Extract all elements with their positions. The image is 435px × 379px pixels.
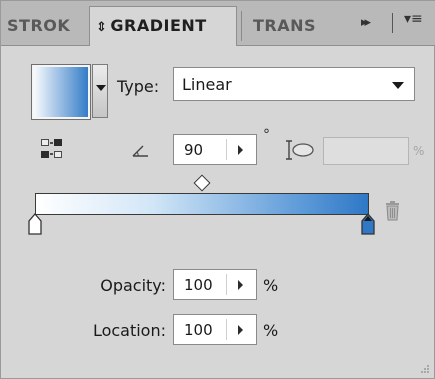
gradient-slider[interactable] bbox=[35, 193, 369, 215]
opacity-label: Opacity: bbox=[100, 276, 166, 295]
location-unit: % bbox=[263, 321, 279, 340]
opacity-field[interactable]: 100 bbox=[173, 269, 257, 300]
opacity-value: 100 bbox=[184, 276, 213, 294]
panel-tab-bar: STROK ⇕ GRADIENT TRANS ▸▸ ▾≡ bbox=[1, 1, 435, 46]
aspect-ratio-icon bbox=[286, 140, 314, 160]
opacity-unit: % bbox=[263, 276, 279, 295]
panel-menu-icon[interactable]: ▾≡ bbox=[404, 11, 423, 27]
location-field[interactable]: 100 bbox=[173, 314, 257, 345]
gradient-panel: STROK ⇕ GRADIENT TRANS ▸▸ ▾≡ Type: Linear bbox=[0, 0, 435, 379]
gradient-stop-end[interactable] bbox=[361, 213, 375, 235]
location-value: 100 bbox=[184, 321, 213, 339]
reverse-gradient-icon bbox=[41, 139, 62, 158]
expand-tabs-icon[interactable]: ▸▸ bbox=[361, 15, 371, 30]
arrow-right-icon[interactable] bbox=[238, 145, 243, 155]
gradient-swatch[interactable] bbox=[31, 64, 91, 120]
arrow-right-icon[interactable] bbox=[238, 280, 243, 290]
tab-gradient-label: GRADIENT bbox=[110, 16, 207, 35]
aspect-ratio-unit: % bbox=[413, 144, 425, 158]
gradient-midpoint-diamond[interactable] bbox=[193, 174, 211, 192]
angle-field[interactable]: 90 bbox=[173, 134, 257, 165]
chevron-down-icon bbox=[96, 85, 106, 91]
reverse-gradient-button[interactable] bbox=[39, 137, 65, 163]
angle-value: 90 bbox=[184, 141, 204, 159]
aspect-ratio-field[interactable] bbox=[323, 137, 409, 165]
tab-divider bbox=[241, 11, 242, 41]
type-label: Type: bbox=[117, 77, 160, 96]
delete-stop-icon[interactable] bbox=[384, 200, 402, 222]
tab-stroke[interactable]: STROK bbox=[7, 7, 91, 45]
type-select[interactable]: Linear bbox=[173, 67, 415, 101]
type-select-value: Linear bbox=[182, 75, 232, 94]
gradient-stop-start[interactable] bbox=[28, 213, 42, 235]
angle-unit: ° bbox=[263, 127, 270, 143]
tab-transparency[interactable]: TRANS bbox=[253, 7, 323, 45]
angle-icon bbox=[132, 145, 148, 157]
location-label: Location: bbox=[92, 321, 166, 340]
chevron-down-icon bbox=[392, 82, 404, 89]
swap-icon: ⇕ bbox=[96, 20, 108, 35]
tab-gradient[interactable]: ⇕ GRADIENT bbox=[89, 6, 237, 46]
arrow-right-icon[interactable] bbox=[238, 325, 243, 335]
toolbar-divider bbox=[392, 13, 393, 33]
gradient-swatch-dropdown[interactable] bbox=[92, 64, 108, 118]
resize-grip-icon[interactable] bbox=[420, 364, 430, 374]
